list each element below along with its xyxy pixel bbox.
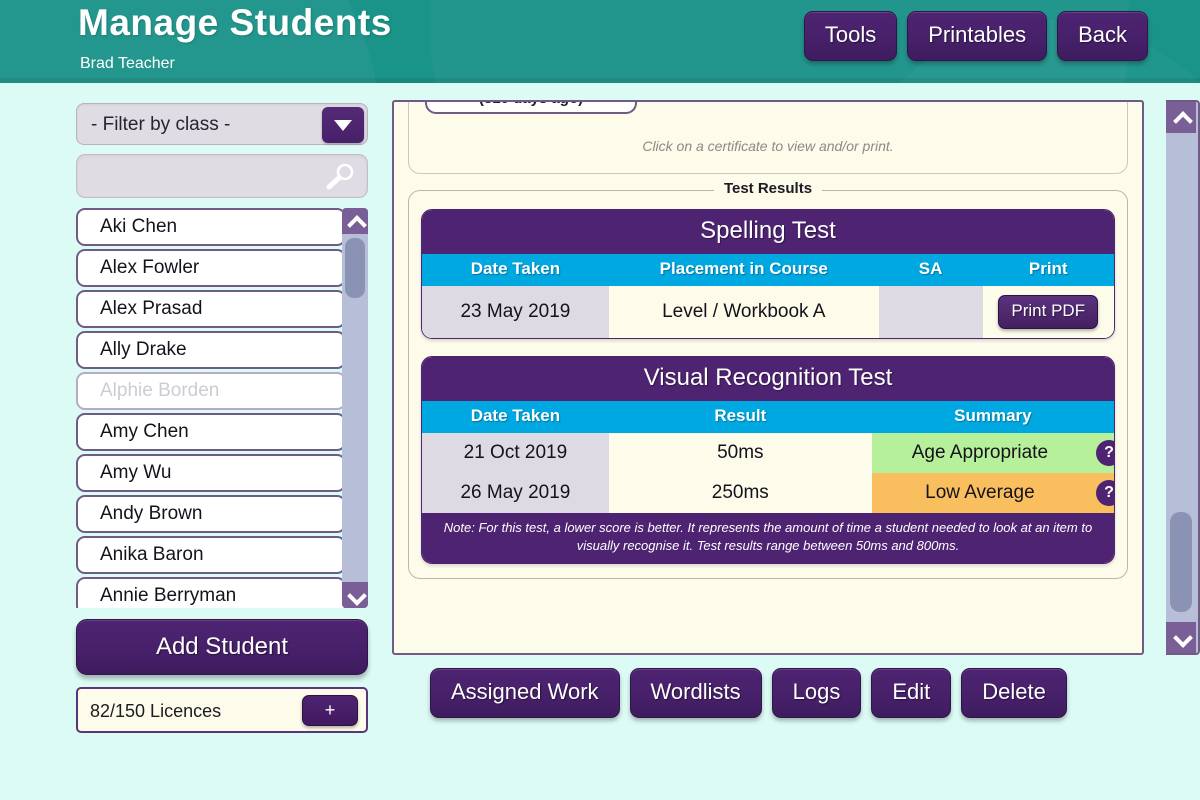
test-results-fieldset: Test Results Spelling Test Date Taken Pl… xyxy=(408,180,1128,580)
student-detail-panel: (310 days ago) Click on a certificate to… xyxy=(392,100,1144,655)
table-row: 26 May 2019 250ms Low Average ? xyxy=(422,473,1114,513)
certificate-hint: Click on a certificate to view and/or pr… xyxy=(642,138,894,154)
spelling-test-card: Spelling Test Date Taken Placement in Co… xyxy=(421,209,1115,339)
student-list-container: Aki Chen Alex Fowler Alex Prasad Ally Dr… xyxy=(76,208,368,608)
cell-summary: Age Appropriate ? xyxy=(871,433,1114,473)
edit-button[interactable]: Edit xyxy=(871,668,952,718)
filter-by-class-label: - Filter by class - xyxy=(91,114,231,135)
printables-button[interactable]: Printables xyxy=(907,11,1048,61)
main-panel-scrollbar[interactable] xyxy=(1166,100,1200,655)
column-header-result: Result xyxy=(608,401,872,433)
student-search-box[interactable] xyxy=(76,154,368,198)
list-item[interactable]: Annie Berryman xyxy=(76,577,346,608)
add-student-button[interactable]: Add Student xyxy=(76,619,368,675)
visual-recognition-test-table: Date Taken Result Summary 21 Oct 2019 50… xyxy=(422,401,1114,513)
cell-result: 250ms xyxy=(608,473,872,513)
table-header-row: Date Taken Result Summary xyxy=(422,401,1114,433)
assigned-work-button[interactable]: Assigned Work xyxy=(430,668,620,718)
app-header: Manage Students Brad Teacher Tools Print… xyxy=(0,0,1200,83)
print-pdf-button[interactable]: Print PDF xyxy=(998,295,1099,329)
action-button-group: Assigned Work Wordlists Logs Edit Delete xyxy=(430,668,1067,718)
status-badge: Age Appropriate xyxy=(911,442,1049,463)
visual-recognition-test-card: Visual Recognition Test Date Taken Resul… xyxy=(421,356,1115,565)
spelling-test-table: Date Taken Placement in Course SA Print … xyxy=(422,254,1114,338)
licences-count-label: 82/150 Licences xyxy=(90,701,222,721)
scroll-up-icon[interactable] xyxy=(342,208,368,234)
list-item[interactable]: Andy Brown xyxy=(76,495,346,533)
wordlists-button[interactable]: Wordlists xyxy=(629,668,762,718)
delete-button[interactable]: Delete xyxy=(961,668,1067,718)
search-icon[interactable] xyxy=(325,163,355,191)
cell-date-taken: 23 May 2019 xyxy=(422,286,609,338)
cell-date-taken: 21 Oct 2019 xyxy=(422,433,609,473)
column-header-placement: Placement in Course xyxy=(608,254,879,286)
column-header-print: Print xyxy=(982,254,1114,286)
test-results-legend: Test Results xyxy=(713,180,823,197)
list-item[interactable]: Alphie Borden xyxy=(76,372,346,410)
list-item[interactable]: Ally Drake xyxy=(76,331,346,369)
cell-sa xyxy=(878,286,983,338)
scroll-down-icon[interactable] xyxy=(1166,622,1196,653)
student-list-scrollbar[interactable] xyxy=(342,208,368,608)
chevron-down-icon[interactable] xyxy=(322,107,364,143)
cell-placement: Level / Workbook A xyxy=(608,286,879,338)
visual-recognition-test-title: Visual Recognition Test xyxy=(422,357,1114,401)
add-licence-button[interactable]: + xyxy=(302,695,358,726)
column-header-summary: Summary xyxy=(871,401,1114,433)
certificate-chip[interactable]: (310 days ago) xyxy=(425,102,637,114)
visual-recognition-test-note: Note: For this test, a lower score is be… xyxy=(422,513,1114,564)
cell-summary: Low Average ? xyxy=(871,473,1114,513)
help-icon[interactable]: ? xyxy=(1096,440,1114,466)
back-button[interactable]: Back xyxy=(1057,11,1148,61)
search-input[interactable] xyxy=(77,155,317,195)
page-title: Manage Students xyxy=(78,2,392,43)
sidebar: - Filter by class - Aki Chen Alex Fowler… xyxy=(76,103,368,733)
cell-print: Print PDF xyxy=(982,286,1114,338)
licences-box: 82/150 Licences + xyxy=(76,687,368,733)
column-header-sa: SA xyxy=(878,254,983,286)
status-badge: Low Average xyxy=(925,482,1035,503)
certificates-section: (310 days ago) Click on a certificate to… xyxy=(408,102,1128,174)
cell-date-taken: 26 May 2019 xyxy=(422,473,609,513)
cell-result: 50ms xyxy=(608,433,872,473)
list-item[interactable]: Amy Wu xyxy=(76,454,346,492)
scroll-up-icon[interactable] xyxy=(1166,102,1196,133)
help-icon[interactable]: ? xyxy=(1096,480,1114,506)
list-item[interactable]: Aki Chen xyxy=(76,208,346,246)
list-item[interactable]: Alex Prasad xyxy=(76,290,346,328)
logs-button[interactable]: Logs xyxy=(771,668,862,718)
list-item[interactable]: Amy Chen xyxy=(76,413,346,451)
tools-button[interactable]: Tools xyxy=(803,11,898,61)
column-header-date-taken: Date Taken xyxy=(422,254,609,286)
table-header-row: Date Taken Placement in Course SA Print xyxy=(422,254,1114,286)
header-bottom-edge xyxy=(0,78,1200,83)
table-row: 21 Oct 2019 50ms Age Appropriate ? xyxy=(422,433,1114,473)
header-button-group: Tools Printables Back xyxy=(803,11,1148,61)
list-item[interactable]: Anika Baron xyxy=(76,536,346,574)
table-row: 23 May 2019 Level / Workbook A Print PDF xyxy=(422,286,1114,338)
column-header-date-taken: Date Taken xyxy=(422,401,609,433)
list-item[interactable]: Alex Fowler xyxy=(76,249,346,287)
scrollbar-thumb[interactable] xyxy=(1170,512,1192,612)
filter-by-class-select[interactable]: - Filter by class - xyxy=(76,103,368,145)
teacher-name: Brad Teacher xyxy=(80,55,175,72)
scrollbar-thumb[interactable] xyxy=(345,238,365,298)
scroll-down-icon[interactable] xyxy=(342,582,368,608)
spelling-test-title: Spelling Test xyxy=(422,210,1114,254)
student-list[interactable]: Aki Chen Alex Fowler Alex Prasad Ally Dr… xyxy=(76,208,346,608)
